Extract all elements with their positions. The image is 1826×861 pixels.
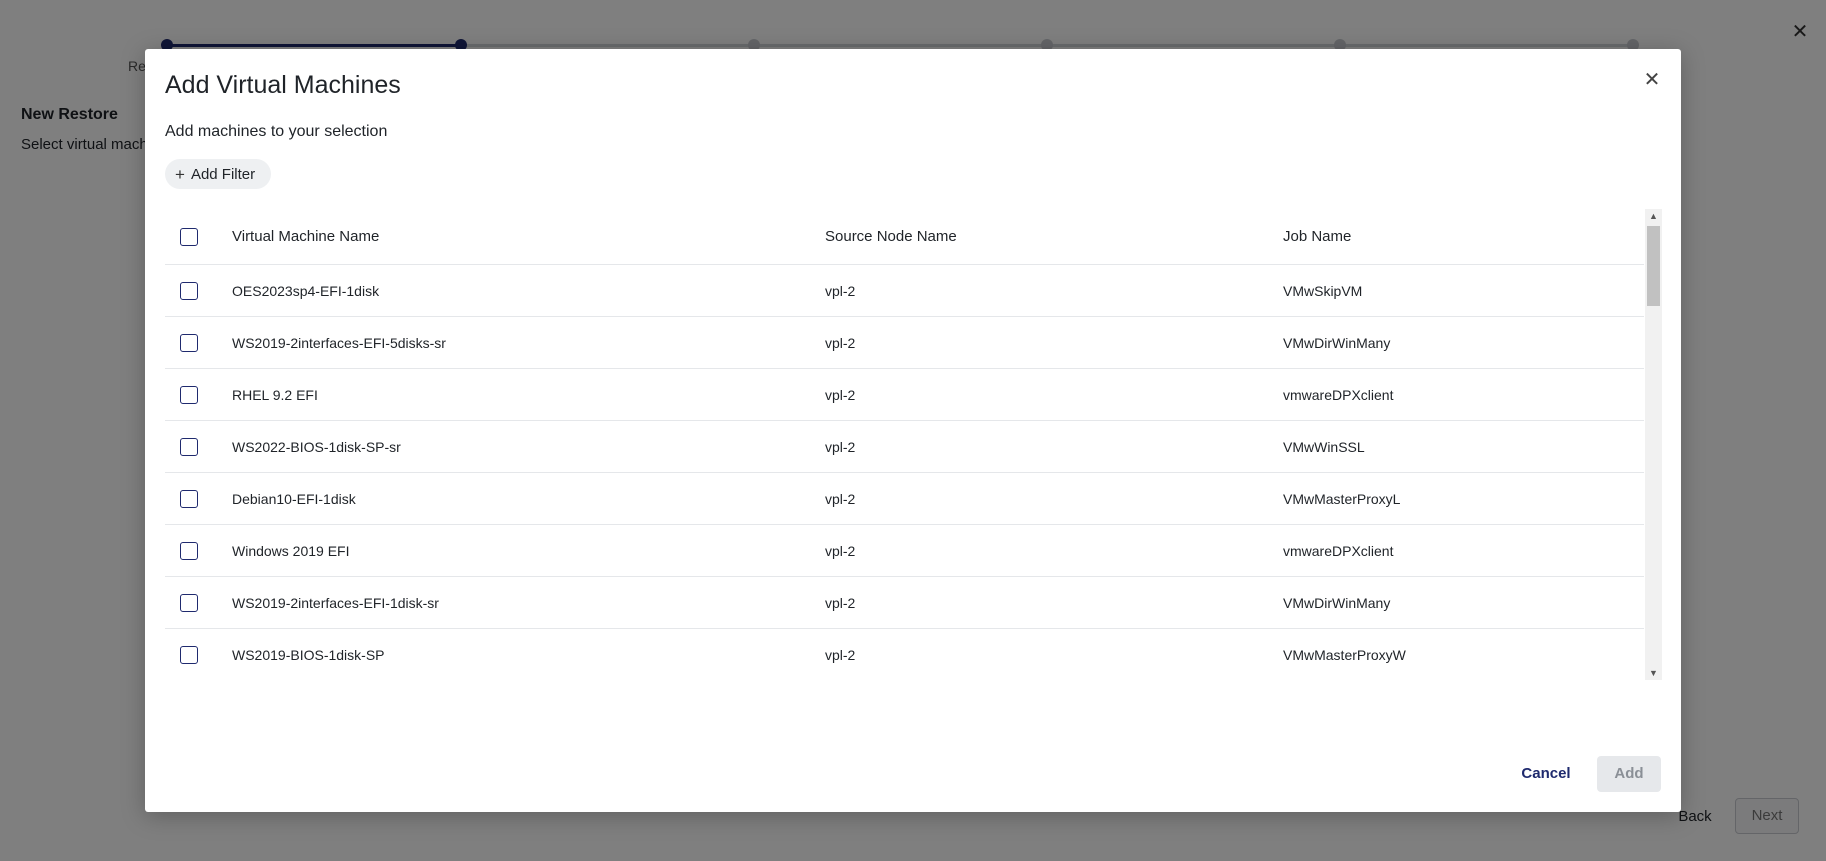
vm-name-cell: WS2019-2interfaces-EFI-1disk-sr bbox=[232, 594, 439, 611]
table-row[interactable]: Windows 2019 EFI vpl-2 vmwareDPXclient bbox=[165, 525, 1644, 577]
job-name-cell: VMwSkipVM bbox=[1283, 282, 1363, 299]
scroll-down-icon[interactable]: ▼ bbox=[1645, 666, 1662, 680]
row-checkbox[interactable] bbox=[180, 281, 198, 300]
job-name-cell: vmwareDPXclient bbox=[1283, 386, 1394, 403]
vm-name-cell: WS2019-BIOS-1disk-SP bbox=[232, 646, 385, 663]
add-virtual-machines-dialog: Add Virtual Machines ✕ Add machines to y… bbox=[145, 49, 1681, 812]
vm-table: Virtual Machine Name Source Node Name Jo… bbox=[165, 209, 1662, 680]
row-checkbox[interactable] bbox=[180, 385, 198, 404]
table-row[interactable]: WS2019-BIOS-1disk-SP vpl-2 VMwMasterProx… bbox=[165, 629, 1644, 680]
source-node-cell: vpl-2 bbox=[825, 282, 856, 299]
row-checkbox[interactable] bbox=[180, 541, 198, 560]
column-header-job-name[interactable]: Job Name bbox=[1283, 228, 1644, 245]
job-name-cell: VMwDirWinMany bbox=[1283, 594, 1391, 611]
table-header: Virtual Machine Name Source Node Name Jo… bbox=[165, 209, 1644, 265]
job-name-cell: VMwDirWinMany bbox=[1283, 334, 1391, 351]
source-node-cell: vpl-2 bbox=[825, 334, 856, 351]
vm-name-cell: RHEL 9.2 EFI bbox=[232, 386, 318, 403]
add-filter-label: Add Filter bbox=[190, 165, 256, 183]
column-header-source-node[interactable]: Source Node Name bbox=[825, 228, 1283, 245]
source-node-cell: vpl-2 bbox=[825, 646, 856, 663]
cancel-button[interactable]: Cancel bbox=[1513, 756, 1579, 792]
add-button[interactable]: Add bbox=[1597, 756, 1661, 792]
table-row[interactable]: OES2023sp4-EFI-1disk vpl-2 VMwSkipVM bbox=[165, 265, 1644, 317]
row-checkbox[interactable] bbox=[180, 333, 198, 352]
source-node-cell: vpl-2 bbox=[825, 438, 856, 455]
table-row[interactable]: Debian10-EFI-1disk vpl-2 VMwMasterProxyL bbox=[165, 473, 1644, 525]
table-row[interactable]: WS2019-2interfaces-EFI-5disks-sr vpl-2 V… bbox=[165, 317, 1644, 369]
vm-name-cell: WS2019-2interfaces-EFI-5disks-sr bbox=[232, 334, 446, 351]
source-node-cell: vpl-2 bbox=[825, 542, 856, 559]
row-checkbox[interactable] bbox=[180, 645, 198, 664]
dialog-title: Add Virtual Machines bbox=[165, 71, 401, 99]
job-name-cell: VMwWinSSL bbox=[1283, 438, 1365, 455]
job-name-cell: vmwareDPXclient bbox=[1283, 542, 1394, 559]
table-row[interactable]: WS2022-BIOS-1disk-SP-sr vpl-2 VMwWinSSL bbox=[165, 421, 1644, 473]
table-row[interactable]: WS2019-2interfaces-EFI-1disk-sr vpl-2 VM… bbox=[165, 577, 1644, 629]
job-name-cell: VMwMasterProxyL bbox=[1283, 490, 1401, 507]
scrollbar-thumb[interactable] bbox=[1647, 226, 1660, 306]
scroll-up-icon[interactable]: ▲ bbox=[1645, 209, 1662, 223]
select-all-checkbox[interactable] bbox=[180, 227, 198, 246]
source-node-cell: vpl-2 bbox=[825, 386, 856, 403]
vm-name-cell: Windows 2019 EFI bbox=[232, 542, 350, 559]
job-name-cell: VMwMasterProxyW bbox=[1283, 646, 1406, 663]
vm-name-cell: OES2023sp4-EFI-1disk bbox=[232, 282, 380, 299]
column-header-vm-name[interactable]: Virtual Machine Name bbox=[232, 228, 825, 245]
plus-icon: + bbox=[175, 164, 185, 184]
row-checkbox[interactable] bbox=[180, 489, 198, 508]
vm-name-cell: Debian10-EFI-1disk bbox=[232, 490, 356, 507]
add-filter-button[interactable]: + Add Filter bbox=[165, 159, 272, 189]
table-scrollbar[interactable]: ▲ ▼ bbox=[1645, 209, 1662, 680]
vm-name-cell: WS2022-BIOS-1disk-SP-sr bbox=[232, 438, 401, 455]
source-node-cell: vpl-2 bbox=[825, 594, 856, 611]
row-checkbox[interactable] bbox=[180, 593, 198, 612]
dialog-subtitle: Add machines to your selection bbox=[165, 123, 388, 140]
table-row[interactable]: RHEL 9.2 EFI vpl-2 vmwareDPXclient bbox=[165, 369, 1644, 421]
row-checkbox[interactable] bbox=[180, 437, 198, 456]
source-node-cell: vpl-2 bbox=[825, 490, 856, 507]
close-icon[interactable]: ✕ bbox=[1641, 69, 1663, 91]
